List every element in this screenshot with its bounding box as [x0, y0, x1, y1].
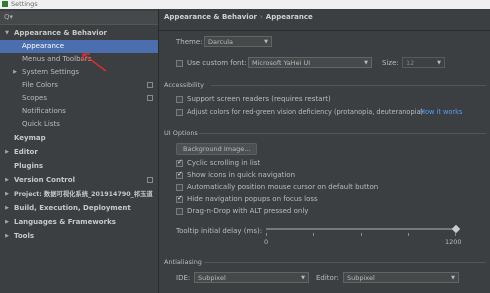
cyclic-scrolling-label: Cyclic scrolling in list — [187, 159, 261, 167]
auto-cursor-label: Automatically position mouse cursor on d… — [187, 183, 379, 191]
sidebar-item-build[interactable]: ▶ Build, Execution, Deployment — [0, 202, 158, 215]
antialiasing-section-title: Antialiasing — [164, 258, 202, 266]
slider-tick — [361, 233, 362, 236]
chevron-right-icon[interactable]: ▶ — [3, 146, 11, 159]
sidebar-item-plugins[interactable]: Plugins — [0, 160, 158, 173]
chevron-right-icon[interactable]: ▶ — [3, 230, 11, 243]
size-label: Size: — [382, 59, 399, 67]
slider-min-label: 0 — [264, 238, 269, 246]
sidebar-item-tools[interactable]: ▶ Tools — [0, 230, 158, 243]
cyclic-scrolling-checkbox[interactable] — [176, 158, 183, 167]
chevron-right-icon[interactable]: ▶ — [3, 216, 11, 229]
chevron-down-icon: ▼ — [301, 275, 305, 281]
breadcrumb: Appearance & Behavior › Appearance — [164, 13, 313, 21]
slider-tick — [455, 233, 456, 236]
font-size-select[interactable]: 12 ▼ — [402, 57, 445, 68]
settings-content: Appearance & Behavior › Appearance Theme: … — [159, 9, 490, 293]
tooltip-delay-slider-thumb[interactable] — [451, 224, 461, 234]
chevron-right-icon[interactable]: ▶ — [11, 66, 19, 79]
chevron-down-icon[interactable]: ▼ — [3, 27, 11, 40]
color-adjust-checkbox[interactable] — [176, 109, 183, 116]
drag-n-drop-label: Drag-n-Drop with ALT pressed only — [187, 207, 309, 215]
sidebar-item-project[interactable]: ▶ Project: 数据可视化系统_201914790_祁玉道 — [0, 188, 158, 201]
slider-tick — [266, 233, 267, 236]
hide-popups-label: Hide navigation popups on focus loss — [187, 195, 318, 203]
slider-tick — [408, 233, 409, 236]
background-image-button[interactable]: Background Image... — [176, 143, 258, 155]
slider-max-label: 1200 — [445, 238, 462, 246]
sidebar-item-scopes[interactable]: Scopes — [0, 92, 158, 105]
screen-readers-label: Support screen readers (requires restart… — [187, 95, 331, 103]
sidebar-item-quick-lists[interactable]: Quick Lists — [0, 118, 158, 131]
chevron-down-icon: ▼ — [264, 39, 268, 45]
chevron-down-icon: ▼ — [437, 60, 441, 66]
sidebar-item-file-colors[interactable]: File Colors — [0, 79, 158, 92]
project-scope-icon — [147, 177, 153, 183]
font-select[interactable]: Microsoft YaHei UI ▼ — [248, 57, 372, 68]
color-adjust-label: Adjust colors for red-green vision defic… — [187, 108, 424, 116]
chevron-down-icon: ▼ — [451, 275, 455, 281]
show-icons-label: Show icons in quick navigation — [187, 171, 296, 179]
project-scope-icon — [147, 95, 153, 101]
sidebar-item-version-control[interactable]: ▶ Version Control — [0, 174, 158, 187]
screen-readers-checkbox[interactable] — [176, 96, 183, 103]
sidebar-item-keymap[interactable]: Keymap — [0, 132, 158, 145]
ide-aa-label: IDE: — [176, 274, 191, 282]
drag-n-drop-checkbox[interactable] — [176, 208, 183, 215]
window-title: Settings — [11, 0, 38, 8]
sidebar-item-system-settings[interactable]: ▶ System Settings — [0, 66, 158, 79]
sidebar-item-editor[interactable]: ▶ Editor — [0, 146, 158, 159]
annotation-arrow-icon — [82, 53, 107, 72]
chevron-right-icon[interactable]: ▶ — [3, 202, 11, 215]
how-it-works-link[interactable]: How it works — [420, 108, 462, 116]
theme-select[interactable]: Darcula ▼ — [204, 36, 272, 47]
editor-aa-label: Editor: — [316, 274, 339, 282]
show-icons-checkbox[interactable] — [176, 170, 183, 179]
hide-popups-checkbox[interactable] — [176, 194, 183, 203]
chevron-right-icon[interactable]: ▶ — [3, 174, 11, 187]
chevron-down-icon: ▼ — [364, 60, 368, 66]
custom-font-checkbox[interactable] — [176, 60, 183, 67]
sidebar-item-appearance[interactable]: Appearance — [0, 40, 158, 53]
tooltip-delay-slider[interactable] — [266, 228, 456, 230]
tooltip-delay-label: Tooltip initial delay (ms): — [176, 227, 263, 235]
custom-font-label: Use custom font: — [187, 59, 247, 67]
sidebar-item-languages[interactable]: ▶ Languages & Frameworks — [0, 216, 158, 229]
app-icon — [2, 1, 8, 7]
ide-aa-select[interactable]: Subpixel ▼ — [194, 272, 309, 283]
project-scope-icon — [147, 82, 153, 88]
theme-label: Theme: — [176, 38, 203, 46]
accessibility-section-title: Accessibility — [164, 81, 204, 89]
ui-options-section-title: UI Options — [164, 129, 198, 137]
sidebar-item-menus-toolbars[interactable]: Menus and Toolbars — [0, 53, 158, 66]
sidebar-item-appearance-behavior[interactable]: ▼ Appearance & Behavior — [0, 27, 158, 40]
auto-cursor-checkbox[interactable] — [176, 184, 183, 191]
editor-aa-select[interactable]: Subpixel ▼ — [343, 272, 459, 283]
slider-tick — [313, 233, 314, 236]
sidebar-item-notifications[interactable]: Notifications — [0, 105, 158, 118]
window-titlebar: Settings — [0, 0, 490, 9]
search-icon: Q▾ — [4, 13, 14, 21]
search-input[interactable]: Q▾ — [0, 11, 158, 25]
chevron-right-icon[interactable]: ▶ — [3, 188, 11, 201]
